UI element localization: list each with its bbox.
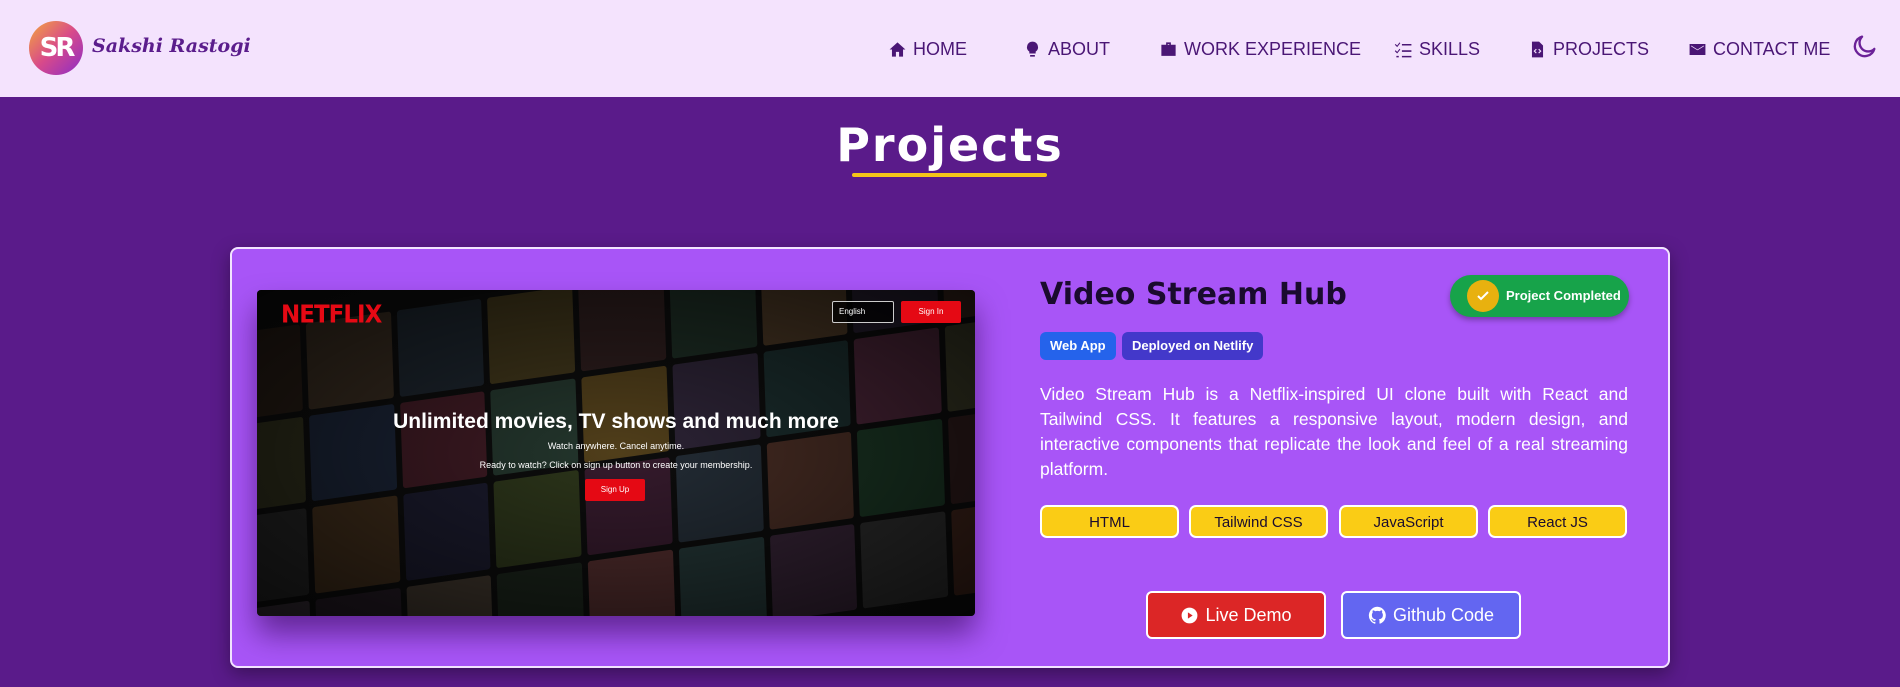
nav-home[interactable]: HOME [888,38,967,60]
file-code-icon [1531,41,1544,57]
github-icon [1368,606,1386,624]
preview-signup-button: Sign Up [585,479,645,501]
briefcase-icon [1161,41,1176,56]
preview-headline: Unlimited movies, TV shows and much more [393,410,839,433]
tag-web-app: Web App [1040,332,1116,360]
github-code-label: Github Code [1392,604,1495,625]
play-circle-icon [1182,607,1198,623]
tag-deployed: Deployed on Netlify [1122,332,1264,360]
nav-projects-label: PROJECTS [1553,38,1650,59]
moon-icon[interactable] [1851,32,1879,60]
lightbulb-icon [1027,41,1038,57]
nav-skills[interactable]: SKILLS [1394,38,1480,60]
live-demo-button[interactable]: Live Demo [1146,591,1326,639]
nav-about[interactable]: ABOUT [1023,38,1110,60]
live-demo-label: Live Demo [1205,604,1292,625]
logo-text: SR [39,33,76,63]
check-icon [1467,280,1499,312]
nav-work-label: WORK EXPERIENCE [1184,38,1362,59]
section-title: Projects [836,118,1064,172]
project-title: Video Stream Hub [1040,277,1347,312]
brand-name[interactable]: Sakshi Rastogi [92,35,251,57]
tech-chip: HTML [1040,505,1179,538]
logo[interactable]: SR [29,21,83,75]
status-text: Project Completed [1506,288,1621,303]
nav-home-label: HOME [913,38,967,59]
netflix-logo: NETFLIX [281,300,382,330]
tech-chip: Tailwind CSS [1189,505,1328,538]
nav-about-label: ABOUT [1048,38,1111,59]
preview-signin-button: Sign In [901,301,961,323]
nav-skills-label: SKILLS [1419,38,1481,59]
github-code-button[interactable]: Github Code [1341,591,1521,639]
home-icon [889,41,906,57]
nav-projects[interactable]: PROJECTS [1528,38,1649,60]
preview-subtext: Watch anywhere. Cancel anytime. [547,441,685,451]
preview-subtext-2: Ready to watch? Click on sign up button … [479,460,753,470]
preview-overlay [257,290,975,616]
preview-language-select: English [832,301,894,323]
project-preview-image: NETFLIX English Sign In Unlimited movies… [257,290,975,616]
navbar: SR Sakshi Rastogi HOME ABOUT WORK EXPERI… [0,0,1900,97]
nav-contact[interactable]: CONTACT ME [1688,38,1830,60]
tech-chip: React JS [1488,505,1627,538]
list-check-icon [1394,41,1412,57]
project-description: Video Stream Hub is a Netflix-inspired U… [1040,384,1628,479]
status-badge: Project Completed [1450,275,1629,317]
nav-work-experience[interactable]: WORK EXPERIENCE [1159,38,1361,60]
title-underline [852,173,1047,177]
nav-contact-label: CONTACT ME [1713,38,1831,59]
tech-chip: JavaScript [1339,505,1478,538]
envelope-icon [1689,43,1706,55]
